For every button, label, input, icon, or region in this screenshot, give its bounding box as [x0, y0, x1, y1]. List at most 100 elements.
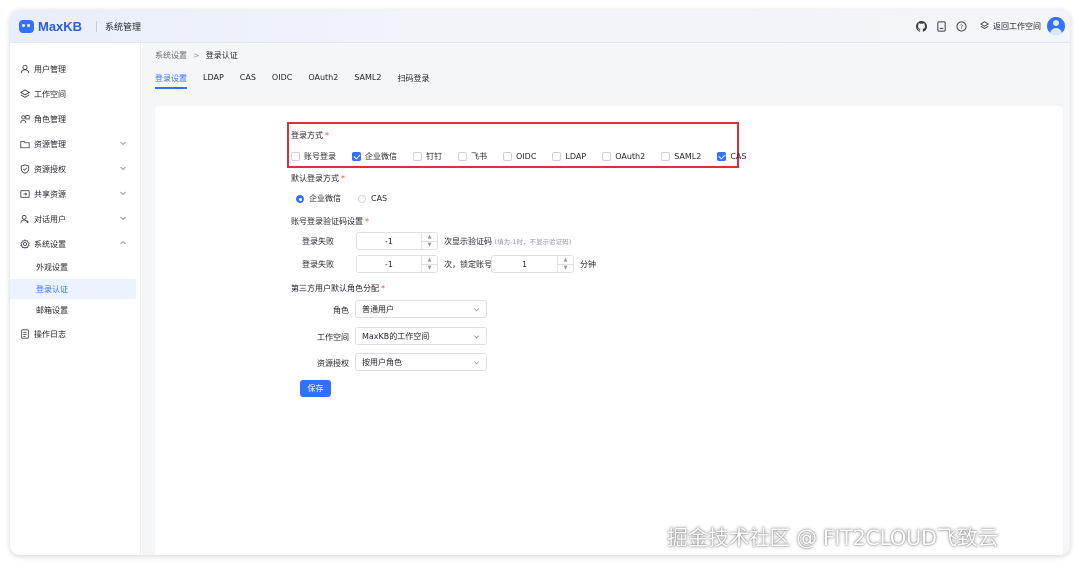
folder-icon — [19, 139, 30, 150]
sidebar-subitem-appearance[interactable]: 外观设置 — [10, 257, 136, 277]
tab-qr-login[interactable]: 扫码登录 — [397, 73, 429, 91]
chevron-up-icon — [120, 240, 126, 245]
breadcrumb-parent[interactable]: 系统设置 — [155, 50, 187, 61]
default-login-group: 企业微信 CAS — [296, 193, 404, 204]
third-party-role-label: 第三方用户默认角色分配 * — [291, 284, 385, 293]
checkbox-box[interactable] — [661, 151, 671, 161]
tab-oidc[interactable]: OIDC — [272, 73, 292, 91]
header-divider — [96, 21, 97, 32]
sidebar-item-label: 资源管理 — [34, 139, 66, 149]
shield-icon — [19, 164, 30, 175]
checkbox-ldap[interactable]: LDAP — [552, 151, 586, 161]
app-title: 系统管理 — [105, 23, 142, 33]
sidebar-item-resource-auth[interactable]: 资源授权 — [10, 158, 141, 180]
tab-saml2[interactable]: SAML2 — [354, 73, 381, 91]
checkbox-box[interactable] — [602, 151, 612, 161]
sidebar-item-label: 工作空间 — [34, 89, 66, 99]
avatar[interactable] — [1047, 17, 1065, 35]
checkbox-dingtalk[interactable]: 钉钉 — [413, 151, 442, 162]
checkbox-account-login[interactable]: 账号登录 — [291, 151, 336, 162]
sidebar-item-label: 操作日志 — [34, 329, 66, 339]
help-icon[interactable]: ? — [955, 20, 967, 32]
checkbox-box-checked[interactable] — [717, 151, 727, 161]
layers-icon — [979, 21, 990, 32]
lock-threshold-stepper[interactable]: -1 ▲ ▼ — [356, 255, 438, 273]
breadcrumb: 系统设置 > 登录认证 — [155, 50, 238, 61]
checkbox-oauth2[interactable]: OAuth2 — [602, 151, 645, 161]
tab-cas[interactable]: CAS — [240, 73, 256, 91]
workspace-select[interactable]: MaxKB的工作空间 — [355, 327, 487, 345]
captcha-hint: (填为-1时，不显示验证码) — [494, 238, 572, 246]
sidebar-item-workspace[interactable]: 工作空间 — [10, 83, 141, 105]
share-icon — [19, 189, 30, 200]
sidebar-subitem-email[interactable]: 邮箱设置 — [10, 300, 136, 320]
checkbox-box-checked[interactable] — [352, 151, 361, 161]
checkbox-wecom[interactable]: 企业微信 — [352, 151, 397, 162]
sidebar-item-system-settings[interactable]: 系统设置 — [10, 233, 141, 255]
stepper-up-icon[interactable]: ▲ — [422, 256, 437, 265]
checkbox-box[interactable] — [503, 151, 512, 161]
settings-card: 登录方式 * 账号登录 企业微信 钉钉 飞书 OIDC LDAP OAuth2 S… — [155, 106, 1063, 555]
default-login-label: 默认登录方式 * — [291, 174, 345, 183]
github-icon[interactable] — [915, 20, 927, 32]
checkbox-oidc[interactable]: OIDC — [503, 151, 536, 161]
sidebar-item-label: 资源授权 — [34, 164, 66, 174]
radio-dot[interactable] — [358, 194, 366, 203]
role-icon — [19, 114, 30, 125]
document-icon[interactable] — [935, 20, 947, 32]
resource-auth-select[interactable]: 按用户角色 — [355, 353, 487, 371]
back-to-workspace-button[interactable]: 返回工作空间 — [979, 21, 1041, 32]
role-select[interactable]: 普通用户 — [355, 300, 487, 318]
chevron-down-icon — [474, 335, 479, 339]
checkbox-saml2[interactable]: SAML2 — [661, 151, 701, 161]
sidebar-item-label: 角色管理 — [34, 114, 66, 124]
sidebar-item-shared[interactable]: 共享资源 — [10, 183, 141, 205]
sidebar-item-users[interactable]: 用户管理 — [10, 58, 141, 80]
stepper-up-icon[interactable]: ▲ — [558, 256, 573, 265]
stepper-value[interactable]: -1 — [357, 237, 421, 246]
radio-cas[interactable]: CAS — [358, 194, 387, 203]
checkbox-box[interactable] — [458, 151, 467, 161]
sidebar-item-label: 共享资源 — [34, 189, 66, 199]
role-select-value: 普通用户 — [362, 304, 394, 314]
checkbox-box[interactable] — [291, 151, 300, 161]
sidebar-item-operation-log[interactable]: 操作日志 — [10, 323, 141, 345]
stepper-down-icon[interactable]: ▼ — [422, 242, 437, 250]
minutes-label: 分钟 — [580, 260, 596, 269]
lock-duration-stepper[interactable]: 1 ▲ ▼ — [491, 255, 574, 273]
radio-wecom[interactable]: 企业微信 — [296, 193, 341, 204]
checkbox-cas[interactable]: CAS — [717, 151, 746, 161]
login-methods-group: 账号登录 企业微信 钉钉 飞书 OIDC LDAP OAuth2 SAML2 C… — [291, 150, 746, 162]
save-button[interactable]: 保存 — [300, 380, 331, 397]
stepper-value[interactable]: -1 — [357, 260, 421, 269]
tab-oauth2[interactable]: OAuth2 — [308, 73, 338, 91]
logo[interactable]: MaxKB — [19, 17, 82, 35]
tab-ldap[interactable]: LDAP — [203, 73, 224, 91]
captcha-threshold-stepper[interactable]: -1 ▲ ▼ — [356, 232, 438, 250]
stepper-down-icon[interactable]: ▼ — [422, 265, 437, 273]
checkbox-box[interactable] — [413, 151, 422, 161]
stepper-value[interactable]: 1 — [492, 260, 557, 269]
workspace-select-value: MaxKB的工作空间 — [362, 331, 430, 341]
tab-bar: 登录设置 LDAP CAS OIDC OAuth2 SAML2 扫码登录 — [155, 73, 445, 91]
tab-login-settings[interactable]: 登录设置 — [155, 73, 187, 91]
sidebar-item-resources[interactable]: 资源管理 — [10, 133, 141, 155]
checkbox-box[interactable] — [552, 151, 562, 161]
stepper-up-icon[interactable]: ▲ — [422, 233, 437, 242]
sidebar-item-label: 用户管理 — [34, 64, 66, 74]
top-header: MaxKB 系统管理 ? 返回工作空间 — [10, 10, 1070, 43]
maxkb-logo-icon — [19, 19, 34, 33]
checkbox-feishu[interactable]: 飞书 — [458, 151, 487, 162]
stepper-down-icon[interactable]: ▼ — [558, 265, 573, 273]
resource-auth-label: 资源授权 — [317, 359, 349, 368]
sidebar-item-chat-users[interactable]: 对话用户 — [10, 208, 141, 230]
sidebar-subitem-label: 邮箱设置 — [36, 305, 68, 315]
login-fail-label-2: 登录失败 — [302, 260, 334, 269]
resource-auth-select-value: 按用户角色 — [362, 357, 402, 367]
radio-dot-selected[interactable] — [296, 194, 304, 203]
sidebar-item-roles[interactable]: 角色管理 — [10, 108, 141, 130]
sidebar-subitem-login-auth[interactable]: 登录认证 — [10, 279, 136, 299]
chevron-down-icon — [120, 166, 126, 171]
watermark: 掘金技术社区 @ FIT2CLOUD飞致云 — [667, 526, 999, 550]
chevron-down-icon — [474, 308, 479, 312]
